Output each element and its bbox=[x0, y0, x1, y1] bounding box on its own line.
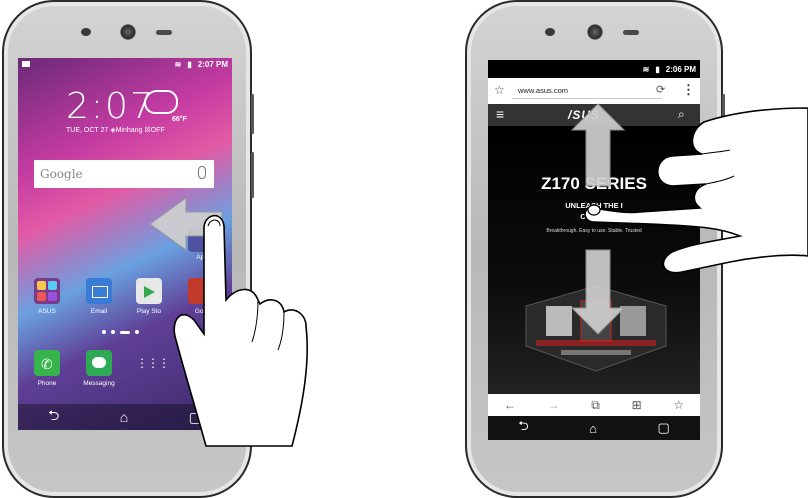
right-hand bbox=[584, 107, 808, 274]
left-hand bbox=[173, 214, 308, 447]
swipe-up-arrow bbox=[570, 103, 626, 187]
swipe-down-arrow bbox=[570, 249, 626, 335]
gesture-overlay bbox=[149, 103, 808, 447]
